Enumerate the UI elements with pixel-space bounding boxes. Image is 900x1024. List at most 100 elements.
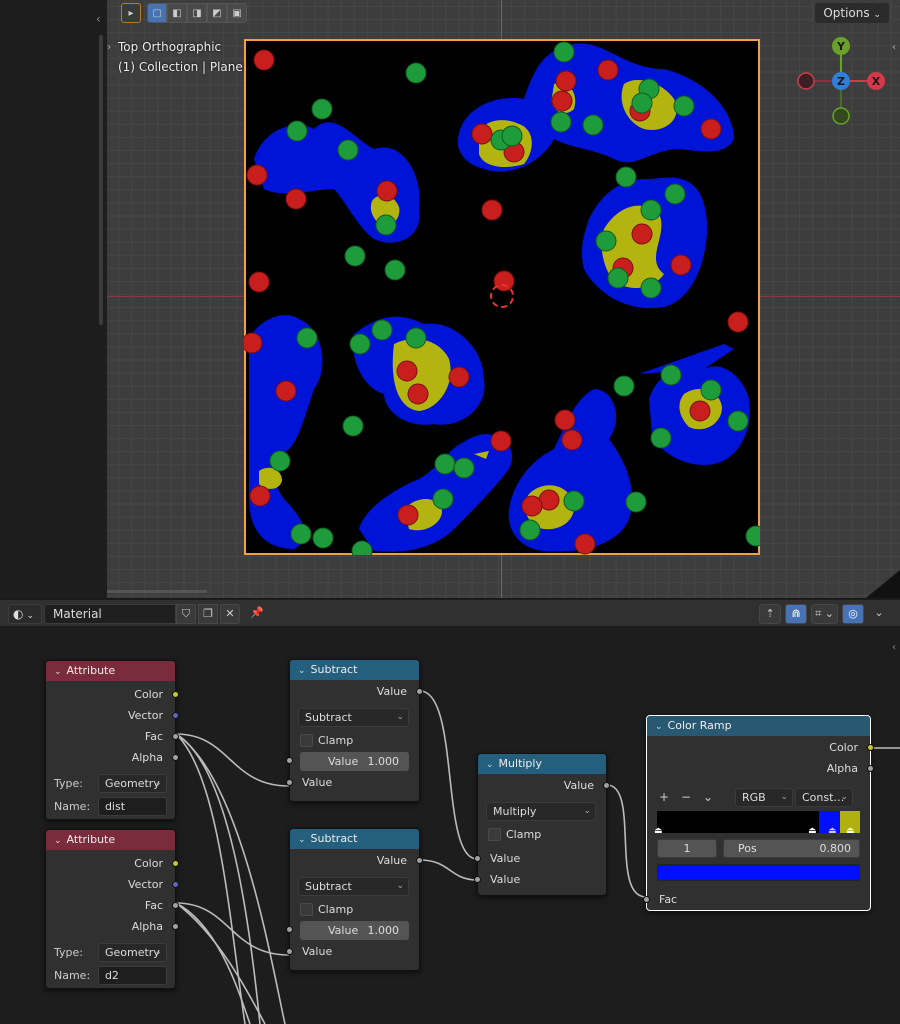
clamp-checkbox[interactable]: [300, 734, 313, 747]
fac-socket[interactable]: [172, 902, 179, 909]
value-output-socket[interactable]: [603, 782, 610, 789]
ramp-gradient-bar[interactable]: ⏏ ⏏ ⏏ ⏏: [654, 811, 860, 836]
multiply-node[interactable]: ⌄ Multiply Value Multiply ⌄ Clamp Value Va…: [474, 753, 610, 896]
operation-row: Multiply ⌄: [478, 800, 606, 823]
select-subtract-icon[interactable]: ◨: [187, 3, 207, 23]
alpha-socket[interactable]: [172, 754, 179, 761]
node-header[interactable]: ⌄ Subtract: [290, 829, 419, 849]
duplicate-material-icon[interactable]: ❐: [198, 604, 218, 624]
value-input-socket[interactable]: [474, 855, 481, 862]
scrollbar[interactable]: [99, 35, 103, 325]
neg-x-axis-icon[interactable]: [797, 72, 815, 90]
output-alpha: Alpha: [46, 747, 179, 768]
alpha-socket[interactable]: [172, 923, 179, 930]
node-header[interactable]: ⌄ Color Ramp: [647, 716, 870, 736]
3d-cursor-icon[interactable]: [490, 284, 514, 308]
active-stop-color-swatch[interactable]: [657, 864, 860, 881]
collapse-caret-icon[interactable]: ⌄: [54, 836, 62, 846]
input-value-1: Value: [474, 848, 606, 869]
active-stop-index-field[interactable]: 1: [657, 839, 717, 858]
operation-dropdown[interactable]: Multiply ⌄: [486, 802, 596, 821]
clamp-row: Clamp: [290, 729, 419, 752]
material-name-field[interactable]: Material: [44, 604, 176, 624]
remove-stop-icon[interactable]: −: [679, 790, 693, 804]
collapse-chevron-icon[interactable]: ‹: [96, 12, 101, 26]
value-output-socket[interactable]: [416, 857, 423, 864]
subtract-node-2[interactable]: ⌄ Subtract Value Subtract ⌄ Clamp Value 1.0…: [286, 828, 423, 971]
collapse-caret-icon[interactable]: ⌄: [298, 666, 306, 676]
object-type-dropdown[interactable]: ◐ ⌄: [8, 604, 42, 624]
ramp-stop-0-icon[interactable]: ⏏: [654, 826, 663, 836]
value-input-socket[interactable]: [286, 948, 293, 955]
sidebar-expand-chevron-icon[interactable]: ‹: [892, 42, 896, 53]
operation-dropdown[interactable]: Subtract ⌄: [298, 877, 409, 896]
value-input-socket[interactable]: [286, 926, 293, 933]
type-dropdown[interactable]: Geometry ⌄: [97, 943, 167, 962]
node-header[interactable]: ⌄ Subtract: [290, 660, 419, 680]
value-input-socket[interactable]: [286, 757, 293, 764]
node-header[interactable]: ⌄ Multiply: [478, 754, 606, 774]
clamp-checkbox[interactable]: [488, 828, 501, 841]
ramp-stop-2-icon[interactable]: ⏏: [828, 826, 837, 836]
parent-node-tree-icon[interactable]: ⇡: [759, 604, 782, 624]
value-label: Value: [328, 755, 359, 768]
value-input-socket[interactable]: [286, 779, 293, 786]
operation-dropdown[interactable]: Subtract ⌄: [298, 708, 409, 727]
select-new-icon[interactable]: ▢: [147, 3, 167, 23]
alpha-socket[interactable]: [867, 765, 874, 772]
overlay-icon[interactable]: ◎: [842, 604, 864, 624]
value-output-socket[interactable]: [416, 688, 423, 695]
toolbar-expand-chevron-icon[interactable]: ›: [107, 42, 111, 53]
color-ramp-node[interactable]: ⌄ Color Ramp Color Alpha + − ⌄ RGB ⌄ Const…: [643, 715, 874, 911]
color-socket[interactable]: [172, 860, 179, 867]
ramp-stop-1-icon[interactable]: ⏏: [808, 826, 817, 836]
node-header[interactable]: ⌄ Attribute: [46, 661, 175, 681]
interpolation-dropdown[interactable]: Const… ⌄: [795, 787, 853, 807]
pin-icon[interactable]: 📌: [247, 604, 267, 624]
select-invert-icon[interactable]: ◩: [207, 3, 227, 23]
sidebar-expand-chevron-icon[interactable]: ‹: [892, 642, 896, 653]
attribute-node-dist[interactable]: ⌄ Attribute Color Vector Fac Alpha Type: …: [45, 660, 179, 820]
3d-viewport[interactable]: ▸ ▢ ◧ ◨ ◩ ▣ Options ⌄ › ‹ Top Orthograph…: [107, 0, 900, 598]
attribute-node-d2[interactable]: ⌄ Attribute Color Vector Fac Alpha Type: …: [45, 829, 179, 989]
snap-grid-icon[interactable]: ⌗ ⌄: [811, 604, 838, 624]
operation-value: Subtract: [305, 711, 352, 724]
select-extend-icon[interactable]: ◧: [167, 3, 187, 23]
collapse-caret-icon[interactable]: ⌄: [298, 835, 306, 845]
color-socket[interactable]: [172, 691, 179, 698]
subtract-node-1[interactable]: ⌄ Subtract Value Subtract ⌄ Clamp Value 1.0…: [286, 659, 423, 802]
fake-user-shield-icon[interactable]: ⛉: [176, 604, 196, 624]
clamp-checkbox[interactable]: [300, 903, 313, 916]
color-socket[interactable]: [867, 744, 874, 751]
collapse-caret-icon[interactable]: ⌄: [486, 760, 494, 770]
collapse-caret-icon[interactable]: ⌄: [54, 667, 62, 677]
type-dropdown[interactable]: Geometry ⌄: [97, 774, 167, 793]
node-editor-canvas[interactable]: ‹ ⌄ Attribute Color Vector Fac Alpha Type…: [0, 626, 900, 1024]
ramp-menu-chevron-icon[interactable]: ⌄: [701, 790, 715, 804]
select-tool-icon[interactable]: ▸: [121, 3, 141, 23]
fac-socket[interactable]: [172, 733, 179, 740]
vector-socket[interactable]: [172, 712, 179, 719]
overlay-chevron-icon[interactable]: ⌄: [868, 604, 890, 624]
unlink-close-icon[interactable]: ✕: [220, 604, 240, 624]
color-mode-dropdown[interactable]: RGB ⌄: [735, 787, 793, 807]
value-input-socket[interactable]: [474, 876, 481, 883]
chevron-down-icon: ⌄: [154, 947, 162, 957]
vector-socket[interactable]: [172, 881, 179, 888]
navigation-gizmo[interactable]: Y X Z: [796, 36, 892, 128]
add-stop-icon[interactable]: +: [657, 790, 671, 804]
stop-position-field[interactable]: Pos 0.800: [723, 839, 860, 858]
snap-magnet-icon[interactable]: ⋒: [785, 604, 808, 624]
select-intersect-icon[interactable]: ▣: [227, 3, 247, 23]
collapse-caret-icon[interactable]: ⌄: [655, 722, 663, 732]
attribute-name-field[interactable]: d2: [97, 966, 167, 985]
value-number-field[interactable]: Value 1.000: [286, 921, 409, 940]
fac-input-socket[interactable]: [643, 896, 650, 903]
node-header[interactable]: ⌄ Attribute: [46, 830, 175, 850]
value-number-field[interactable]: Value 1.000: [286, 752, 409, 771]
attribute-name-field[interactable]: dist: [97, 797, 167, 816]
neg-y-axis-icon[interactable]: [832, 107, 850, 125]
horizontal-scrollbar[interactable]: [107, 590, 207, 593]
ramp-stop-3-icon[interactable]: ⏏: [846, 826, 855, 836]
options-dropdown[interactable]: Options ⌄: [814, 2, 890, 24]
